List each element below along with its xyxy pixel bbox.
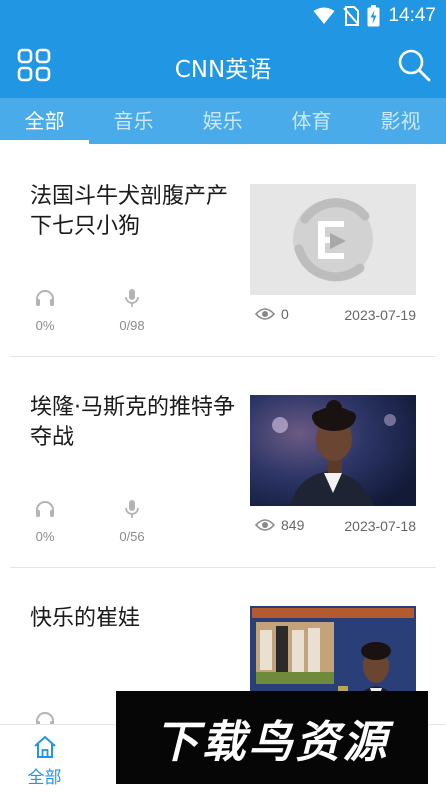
- battery-charging-icon: [367, 5, 380, 27]
- tab-all[interactable]: 全部: [0, 98, 89, 144]
- news-title[interactable]: 快乐的崔娃: [30, 604, 238, 634]
- headphones-icon: [36, 290, 54, 306]
- tab-sports[interactable]: 体育: [267, 98, 356, 144]
- watermark-text: 下载鸟资源: [154, 716, 390, 768]
- eye-icon: [255, 519, 275, 531]
- listen-percent: 0%: [35, 318, 55, 333]
- app-title: CNN英语: [174, 57, 272, 83]
- search-button[interactable]: [396, 47, 432, 83]
- news-thumbnail[interactable]: [250, 184, 416, 295]
- eye-icon: [255, 308, 275, 320]
- status-icons: 14:47: [313, 4, 436, 28]
- news-item[interactable]: 法国斗牛犬剖腹产产下七只小狗 0% 0/98 0 2023-07-19: [0, 146, 446, 357]
- wifi-icon: [313, 7, 335, 24]
- placeholder-logo-icon: [293, 198, 373, 282]
- news-list[interactable]: 法国斗牛犬剖腹产产下七只小狗 0% 0/98 0 2023-07-19 埃隆·马…: [0, 146, 446, 724]
- status-bar: 14:47: [0, 0, 446, 32]
- record-stat: 0/98: [102, 288, 162, 333]
- tab-movies[interactable]: 影视: [356, 98, 445, 144]
- nav-item-all[interactable]: 全部: [0, 735, 89, 788]
- microphone-icon: [125, 289, 139, 307]
- headphones-icon: [36, 712, 54, 724]
- listen-stat: 0%: [15, 499, 75, 544]
- publish-date: 2023-07-18: [344, 518, 416, 534]
- view-count: 0: [255, 306, 289, 322]
- headphones-icon: [36, 501, 54, 517]
- view-count: 849: [255, 517, 304, 533]
- tab-entertainment[interactable]: 娱乐: [178, 98, 267, 144]
- no-sim-icon: [343, 6, 360, 26]
- view-count-value: 0: [281, 306, 289, 322]
- microphone-icon: [125, 500, 139, 518]
- tv-host-photo-icon: [250, 395, 416, 506]
- publish-date: 2023-07-19: [344, 307, 416, 323]
- listen-percent: 0%: [35, 529, 55, 544]
- news-title[interactable]: 法国斗牛犬剖腹产产下七只小狗: [30, 182, 238, 242]
- news-thumbnail[interactable]: [250, 395, 416, 506]
- record-stat: 0/56: [102, 499, 162, 544]
- search-icon: [398, 49, 431, 82]
- record-count: 0/98: [119, 318, 145, 333]
- active-tab-indicator: [0, 140, 89, 144]
- listen-stat: 0%: [15, 288, 75, 333]
- news-item[interactable]: 埃隆·马斯克的推特争夺战 0% 0/56 849 2023-07-18: [0, 357, 446, 568]
- status-time: 14:47: [388, 5, 436, 26]
- news-title[interactable]: 埃隆·马斯克的推特争夺战: [30, 393, 238, 453]
- listen-stat: [15, 710, 75, 724]
- nav-label: 全部: [27, 768, 62, 788]
- app-bar: CNN英语: [0, 32, 446, 98]
- category-tabs: 全部 音乐 娱乐 体育 影视: [0, 98, 446, 144]
- watermark-banner: 下载鸟资源: [116, 691, 428, 784]
- home-icon: [33, 736, 56, 758]
- view-count-value: 849: [281, 517, 305, 533]
- record-count: 0/56: [119, 529, 145, 544]
- tab-music[interactable]: 音乐: [89, 98, 178, 144]
